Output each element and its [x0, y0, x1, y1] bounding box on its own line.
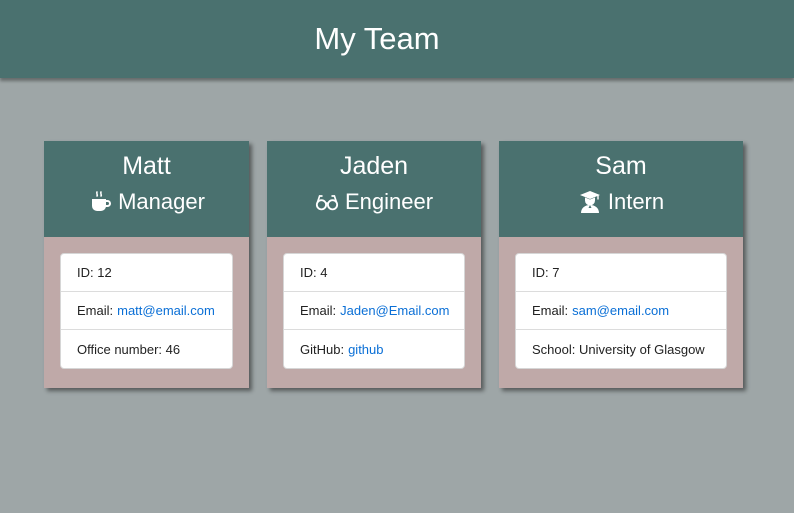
email-link[interactable]: sam@email.com: [572, 303, 669, 318]
email-label: Email:: [532, 303, 569, 318]
employee-role-label: Intern: [607, 189, 665, 214]
list-item-id: ID: 12: [61, 254, 232, 292]
email-link[interactable]: Jaden@Email.com: [340, 303, 449, 318]
employee-role: Intern: [499, 189, 743, 215]
employee-name: Matt: [122, 152, 171, 180]
employee-details-list: ID: 7 Email: sam@email.com School: Unive…: [515, 253, 727, 369]
employee-name: Sam: [595, 152, 647, 180]
id-text: ID: 4: [300, 265, 328, 280]
office-number-text: Office number: 46: [77, 341, 181, 357]
employee-role-label: Engineer: [344, 189, 434, 214]
github-label: GitHub:: [300, 341, 345, 357]
glasses-icon: [315, 190, 339, 214]
employee-role: Engineer: [267, 189, 481, 215]
school-text: School: University of Glasgow: [532, 341, 705, 357]
employee-details-list: ID: 12 Email: matt@email.com Office numb…: [60, 253, 233, 369]
list-item-school: School: University of Glasgow: [516, 330, 726, 368]
employee-role-label: Manager: [118, 189, 205, 214]
card-header: Jaden Engineer: [267, 141, 481, 237]
id-text: ID: 7: [532, 265, 560, 280]
id-text: ID: 12: [77, 265, 112, 280]
email-link[interactable]: matt@email.com: [117, 303, 215, 318]
coffee-mug-icon: [88, 190, 112, 214]
employee-card-manager: Matt Manager ID: 12 Email: matt@email.co…: [44, 141, 249, 388]
employee-card-intern: Sam Intern ID: 7 Email: sam@email.com Sc…: [499, 141, 743, 388]
email-label: Email:: [77, 303, 114, 318]
graduate-icon: [578, 190, 602, 214]
employee-card-engineer: Jaden Engineer ID: 4 Email: Jaden@Email.…: [267, 141, 481, 388]
card-header: Sam Intern: [499, 141, 743, 237]
page-title: My Team: [314, 21, 440, 56]
list-item-office: Office number: 46: [61, 330, 232, 368]
employee-name: Jaden: [339, 152, 409, 180]
list-item-id: ID: 4: [284, 254, 464, 292]
list-item-id: ID: 7: [516, 254, 726, 292]
github-link[interactable]: github: [348, 342, 383, 357]
list-item-email: Email: matt@email.com: [61, 292, 232, 330]
list-item-github: GitHub: github: [284, 330, 464, 368]
list-item-email: Email: Jaden@Email.com: [284, 292, 464, 330]
list-item-email: Email: sam@email.com: [516, 292, 726, 330]
employee-details-list: ID: 4 Email: Jaden@Email.com GitHub: git…: [283, 253, 465, 369]
employee-role: Manager: [44, 189, 249, 215]
card-header: Matt Manager: [44, 141, 249, 237]
page-header: My Team: [0, 0, 794, 78]
email-label: Email:: [300, 303, 337, 318]
